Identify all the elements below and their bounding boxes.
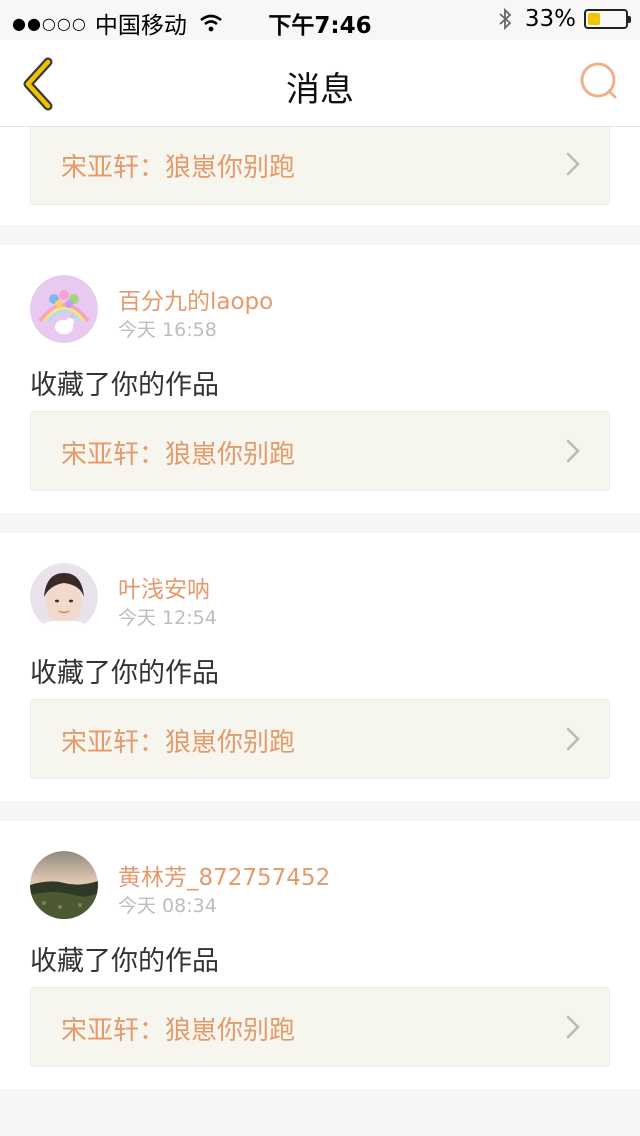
work-title: 宋亚轩：狼崽你别跑	[61, 728, 296, 758]
status-right: 33%	[497, 6, 631, 32]
chevron-right-icon	[566, 439, 580, 463]
avatar[interactable]	[30, 563, 98, 631]
bluetooth-icon	[499, 7, 512, 31]
message-card: 百分九的laopo 今天 16:58 收藏了你的作品 宋亚轩：狼崽你别跑	[0, 245, 640, 513]
message-card: 叶浅安呐 今天 12:54 收藏了你的作品 宋亚轩：狼崽你别跑	[0, 533, 640, 801]
timestamp: 今天 08:34	[118, 895, 217, 917]
username[interactable]: 黄林芳_872757452	[118, 858, 330, 892]
action-text: 收藏了你的作品	[30, 946, 219, 977]
work-title: 宋亚轩：狼崽你别跑	[61, 440, 296, 470]
username[interactable]: 百分九的laopo	[118, 282, 273, 316]
message-card: 黄林芳_872757452 今天 08:34 收藏了你的作品 宋亚轩：狼崽你别跑	[0, 821, 640, 1089]
message-card: 宋亚轩：狼崽你别跑	[0, 127, 640, 225]
nav-bar: 消息	[0, 40, 640, 127]
battery-level	[588, 13, 600, 25]
work-link[interactable]: 宋亚轩：狼崽你别跑	[30, 699, 610, 779]
status-bar: ●●○○○ 中国移动 下午7:46 33%	[0, 0, 640, 40]
work-title: 宋亚轩：狼崽你别跑	[61, 1016, 296, 1046]
work-link[interactable]: 宋亚轩：狼崽你别跑	[30, 127, 610, 205]
page-title: 消息	[286, 70, 354, 110]
work-link[interactable]: 宋亚轩：狼崽你别跑	[30, 411, 610, 491]
message-list: 宋亚轩：狼崽你别跑 百分九的laopo 今天 16:58 收藏了你的作品 宋亚轩…	[0, 127, 640, 1089]
search-icon[interactable]	[578, 60, 622, 104]
username[interactable]: 叶浅安呐	[118, 570, 210, 604]
avatar[interactable]	[30, 851, 98, 919]
work-link[interactable]: 宋亚轩：狼崽你别跑	[30, 987, 610, 1067]
chevron-right-icon	[566, 1015, 580, 1039]
battery-percent: 33%	[524, 6, 576, 32]
timestamp: 今天 16:58	[118, 319, 217, 341]
battery-icon	[584, 9, 631, 29]
timestamp: 今天 12:54	[118, 607, 217, 629]
work-title: 宋亚轩：狼崽你别跑	[61, 153, 296, 183]
chevron-right-icon	[566, 727, 580, 751]
action-text: 收藏了你的作品	[30, 658, 219, 689]
chevron-right-icon	[566, 152, 580, 176]
avatar[interactable]	[30, 275, 98, 343]
action-text: 收藏了你的作品	[30, 370, 219, 401]
